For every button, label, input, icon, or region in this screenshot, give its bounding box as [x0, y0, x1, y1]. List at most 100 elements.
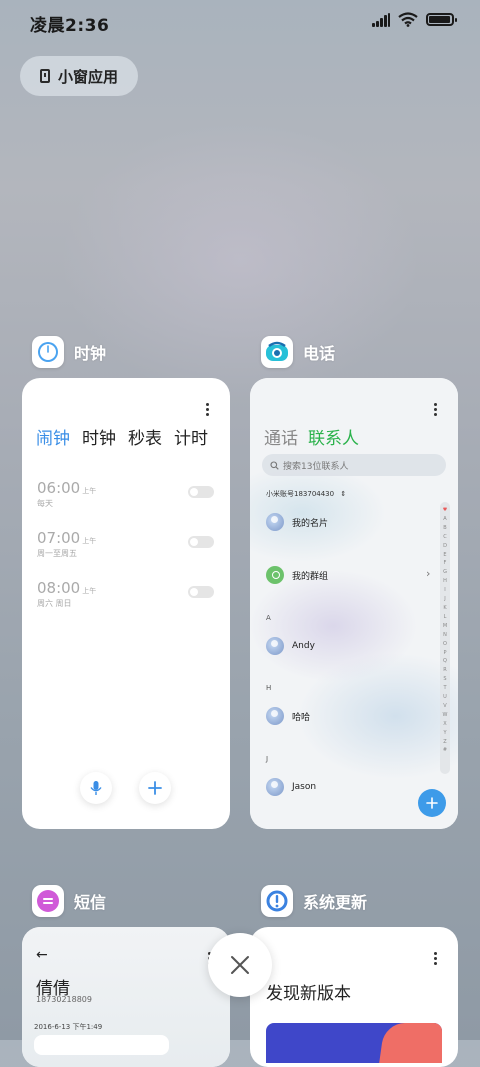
index-letter[interactable]: K [443, 604, 446, 613]
back-arrow-icon[interactable]: ← [36, 947, 48, 963]
signal-icon [372, 12, 390, 27]
update-app-header[interactable]: 系统更新 [261, 885, 367, 917]
index-letter[interactable]: A [443, 515, 446, 524]
tab-clock[interactable]: 时钟 [82, 424, 116, 449]
index-letter[interactable]: Y [443, 729, 446, 738]
tab-timer[interactable]: 计时 [174, 424, 208, 449]
index-letter[interactable]: P [443, 649, 446, 658]
clock-app-card[interactable]: 闹钟 时钟 秒表 计时 06:00 上午 每天 07:00 上午 周一至周五 08:… [22, 378, 230, 829]
alarm-repeat: 周六 周日 [37, 599, 72, 608]
sms-app-card[interactable]: ← 倩倩 18730218809 2016-6-13 下午1:49 [22, 927, 230, 1067]
contact-search-input[interactable]: 搜索13位联系人 [262, 454, 446, 476]
clock-app-name: 时钟 [74, 344, 107, 363]
index-letter[interactable]: O [443, 640, 447, 649]
sms-app-name: 短信 [74, 893, 107, 912]
index-letter[interactable]: N [443, 631, 447, 640]
alarm-ampm: 上午 [82, 537, 97, 545]
update-app-card[interactable]: 发现新版本 [250, 927, 458, 1067]
update-banner-image [266, 1023, 442, 1063]
contact-my-card[interactable]: 我的名片 [266, 513, 328, 531]
index-letter[interactable]: D [443, 542, 447, 551]
phone-app-header[interactable]: 电话 [261, 336, 335, 368]
index-letter[interactable]: I [444, 586, 445, 595]
index-letter[interactable]: Q [443, 657, 447, 666]
account-selector[interactable]: 小米账号183704430 ⇕ [266, 489, 346, 499]
index-letter[interactable]: U [443, 693, 447, 702]
plus-icon [148, 781, 162, 795]
avatar [266, 637, 284, 655]
index-letter[interactable]: V [443, 702, 446, 711]
update-app-name: 系统更新 [303, 893, 368, 912]
phone-app-icon [261, 336, 293, 368]
index-letter[interactable]: R [443, 666, 446, 675]
message-bubble [34, 1035, 169, 1055]
alphabet-index-scrollbar[interactable]: ♥ A B C D E F G H I J K L M N O P Q R S T U V W X Y Z # [440, 502, 450, 774]
sms-date: 2016-6-13 下午1:49 [34, 1023, 103, 1031]
update-app-icon [261, 885, 293, 917]
mini-window-apps-button[interactable]: 小窗应用 [20, 56, 138, 96]
contact-row[interactable]: Andy [266, 637, 315, 655]
index-letter[interactable]: F [444, 559, 447, 568]
phone-app-card[interactable]: 通话 联系人 搜索13位联系人 小米账号183704430 ⇕ 我的名片 我的群… [250, 378, 458, 829]
contact-name: 我的群组 [292, 571, 329, 582]
wifi-icon [398, 12, 418, 27]
chevron-updown-icon: ⇕ [340, 490, 347, 498]
add-contact-button[interactable] [418, 789, 446, 817]
index-letter[interactable]: J [444, 595, 445, 604]
clear-all-button[interactable] [208, 933, 272, 997]
alarm-toggle[interactable] [188, 586, 214, 598]
tab-contacts[interactable]: 联系人 [308, 424, 359, 449]
clock-menu-icon[interactable] [206, 403, 210, 418]
section-letter: A [266, 614, 271, 622]
contact-row[interactable]: Jason [266, 778, 316, 796]
mini-window-label: 小窗应用 [57, 67, 118, 86]
index-letter[interactable]: E [443, 551, 446, 560]
clock-tabs: 闹钟 时钟 秒表 计时 [36, 424, 208, 449]
index-letter[interactable]: H [443, 577, 447, 586]
index-letter[interactable]: # [443, 746, 447, 755]
sms-contact-number: 18730218809 [36, 995, 92, 1004]
index-letter[interactable]: S [443, 675, 446, 684]
alarm-time: 06:00 [37, 479, 81, 497]
account-label: 小米账号183704430 [266, 490, 335, 498]
index-favorites[interactable]: ♥ [443, 506, 447, 515]
add-alarm-button[interactable] [139, 772, 171, 804]
battery-icon [426, 13, 457, 26]
index-letter[interactable]: C [443, 533, 447, 542]
status-time: 凌晨2:36 [30, 16, 110, 36]
tab-calls[interactable]: 通话 [264, 424, 298, 449]
alarm-repeat: 周一至周五 [37, 549, 77, 558]
tab-stopwatch[interactable]: 秒表 [128, 424, 162, 449]
plus-icon [426, 797, 438, 809]
index-letter[interactable]: G [443, 568, 447, 577]
section-letter: J [266, 755, 269, 763]
update-title: 发现新版本 [266, 984, 351, 1004]
alarm-time: 07:00 [37, 529, 81, 547]
index-letter[interactable]: T [443, 684, 446, 693]
search-placeholder: 搜索13位联系人 [283, 461, 349, 472]
search-icon [270, 460, 279, 470]
index-letter[interactable]: L [444, 613, 447, 622]
contact-name: 我的名片 [292, 518, 329, 529]
index-letter[interactable]: M [443, 622, 447, 631]
alarm-ampm: 上午 [82, 587, 97, 595]
tab-alarm[interactable]: 闹钟 [36, 424, 70, 449]
index-letter[interactable]: W [443, 711, 448, 720]
close-icon [231, 956, 249, 974]
index-letter[interactable]: B [443, 524, 446, 533]
contact-name: Jason [292, 782, 317, 792]
sms-app-header[interactable]: 短信 [32, 885, 106, 917]
background-glow [60, 120, 420, 400]
alarm-toggle[interactable] [188, 486, 214, 498]
update-menu-icon[interactable] [434, 952, 438, 967]
voice-alarm-button[interactable] [80, 772, 112, 804]
index-letter[interactable]: X [443, 720, 446, 729]
clock-app-header[interactable]: 时钟 [32, 336, 106, 368]
alarm-toggle[interactable] [188, 536, 214, 548]
phone-menu-icon[interactable] [434, 403, 438, 418]
chevron-right-icon: › [426, 567, 431, 580]
avatar [266, 707, 284, 725]
contact-my-groups[interactable]: 我的群组 [266, 566, 328, 584]
contact-row[interactable]: 哈哈 [266, 707, 310, 725]
index-letter[interactable]: Z [443, 738, 446, 747]
